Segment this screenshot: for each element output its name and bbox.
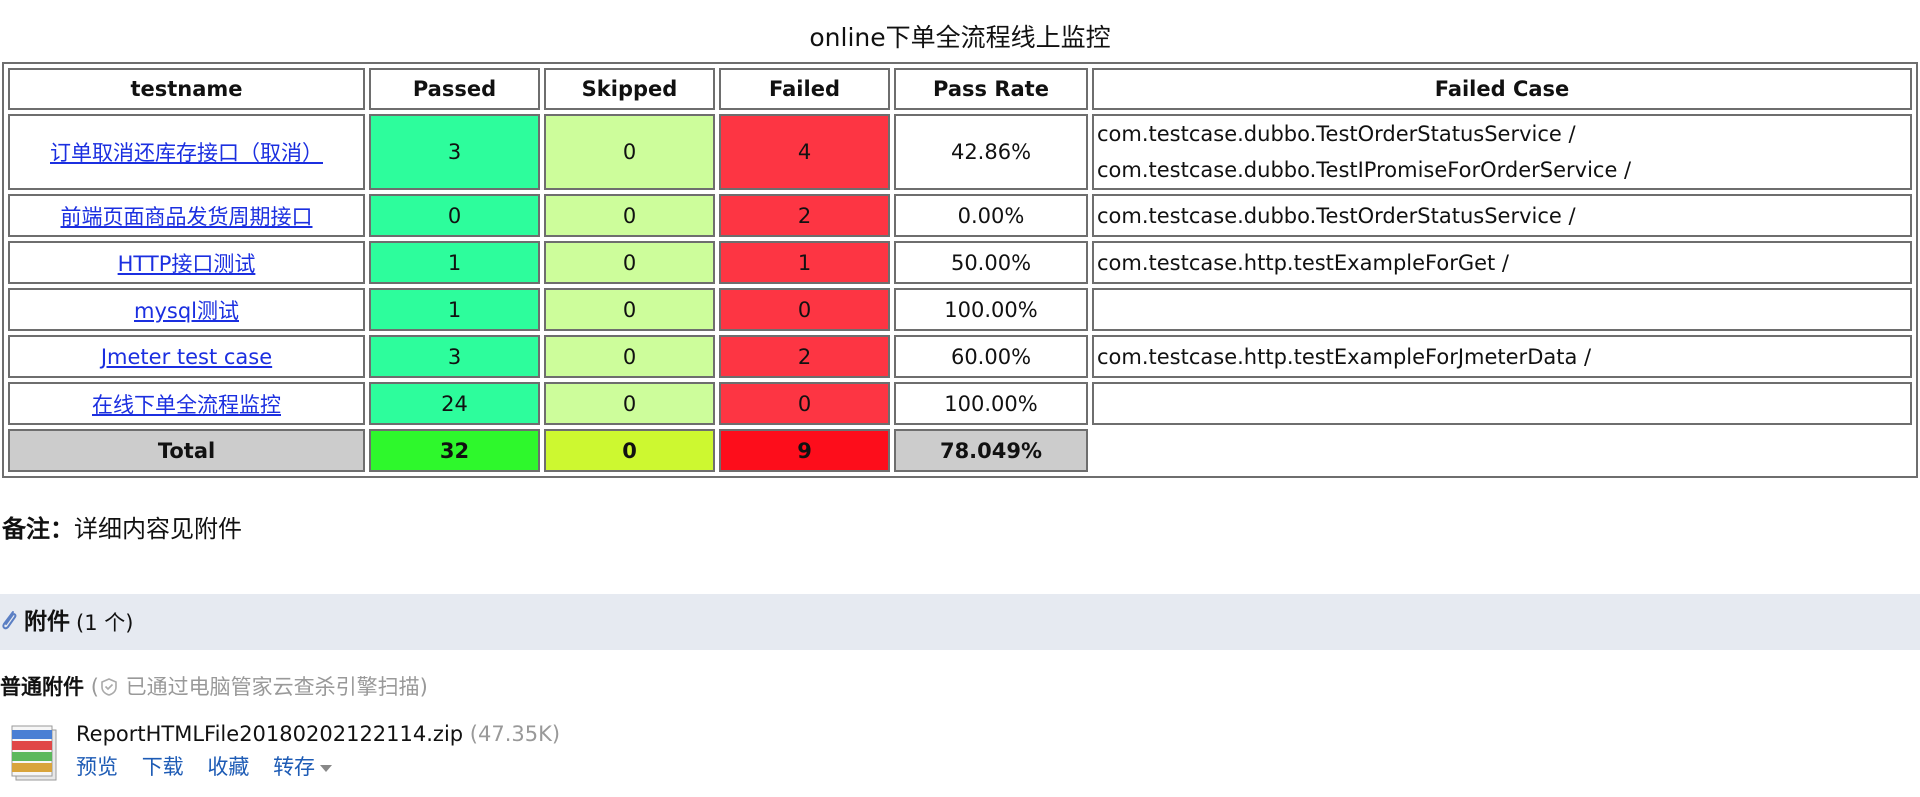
passed-cell: 0 bbox=[369, 194, 540, 237]
table-row: 订单取消还库存接口（取消） 3 0 4 42.86% com.testcase.… bbox=[8, 114, 1912, 190]
pass-rate-cell: 100.00% bbox=[894, 288, 1088, 331]
total-passed: 32 bbox=[369, 429, 540, 472]
testname-cell: HTTP接口测试 bbox=[8, 241, 365, 284]
passed-cell: 1 bbox=[369, 288, 540, 331]
note-text: 详细内容见附件 bbox=[74, 515, 242, 543]
failed-case-cell: com.testcase.http.testExampleForJmeterDa… bbox=[1092, 335, 1912, 378]
header-testname: testname bbox=[8, 68, 365, 110]
testname-cell: mysql测试 bbox=[8, 288, 365, 331]
testname-cell: 在线下单全流程监控 bbox=[8, 382, 365, 425]
skipped-cell: 0 bbox=[544, 194, 715, 237]
testname-link[interactable]: 前端页面商品发货周期接口 bbox=[61, 205, 313, 229]
failed-cell: 2 bbox=[719, 335, 890, 378]
note-label: 备注： bbox=[2, 515, 74, 543]
file-size: (47.35K) bbox=[469, 722, 561, 746]
file-actions: 预览 下载 收藏 转存 bbox=[76, 752, 333, 782]
header-pass-rate: Pass Rate bbox=[894, 68, 1088, 110]
scan-prefix: ( bbox=[90, 675, 99, 699]
header-failed: Failed bbox=[719, 68, 890, 110]
scan-status: ( 已通过电脑管家云查杀引擎扫描) bbox=[91, 675, 428, 699]
total-empty-cell bbox=[1092, 429, 1912, 472]
table-row: Jmeter test case 3 0 2 60.00% com.testca… bbox=[8, 335, 1912, 378]
failed-case-cell: com.testcase.dubbo.TestOrderStatusServic… bbox=[1092, 194, 1912, 237]
passed-cell: 1 bbox=[369, 241, 540, 284]
table-row: mysql测试 1 0 0 100.00% bbox=[8, 288, 1912, 331]
skipped-cell: 0 bbox=[544, 241, 715, 284]
results-table: testname Passed Skipped Failed Pass Rate… bbox=[2, 62, 1918, 478]
pass-rate-cell: 60.00% bbox=[894, 335, 1088, 378]
table-row: 前端页面商品发货周期接口 0 0 2 0.00% com.testcase.du… bbox=[8, 194, 1912, 237]
note-line: 备注：详细内容见附件 bbox=[2, 514, 242, 544]
table-header-row: testname Passed Skipped Failed Pass Rate… bbox=[8, 68, 1912, 110]
skipped-cell: 0 bbox=[544, 114, 715, 190]
table-row: 在线下单全流程监控 24 0 0 100.00% bbox=[8, 382, 1912, 425]
passed-cell: 24 bbox=[369, 382, 540, 425]
skipped-cell: 0 bbox=[544, 288, 715, 331]
normal-attachments-line: 普通附件 ( 已通过电脑管家云查杀引擎扫描) bbox=[0, 672, 428, 705]
attachments-title: 附件 bbox=[24, 609, 70, 635]
testname-link[interactable]: 订单取消还库存接口（取消） bbox=[50, 141, 323, 165]
testname-link[interactable]: 在线下单全流程监控 bbox=[92, 393, 281, 417]
scan-text: 已通过电脑管家云查杀引擎扫描) bbox=[125, 675, 428, 699]
shield-icon bbox=[99, 675, 119, 705]
failed-case-cell: com.testcase.http.testExampleForGet / bbox=[1092, 241, 1912, 284]
header-failed-case: Failed Case bbox=[1092, 68, 1912, 110]
download-link[interactable]: 下载 bbox=[142, 755, 184, 779]
paperclip-icon bbox=[0, 608, 20, 636]
failed-case-cell: com.testcase.dubbo.TestOrderStatusServic… bbox=[1092, 114, 1912, 190]
skipped-cell: 0 bbox=[544, 335, 715, 378]
save-to-link[interactable]: 转存 bbox=[273, 755, 315, 779]
file-name: ReportHTMLFile20180202122114.zip bbox=[76, 722, 464, 746]
failed-cell: 4 bbox=[719, 114, 890, 190]
testname-cell: 前端页面商品发货周期接口 bbox=[8, 194, 365, 237]
passed-cell: 3 bbox=[369, 114, 540, 190]
table-row: HTTP接口测试 1 0 1 50.00% com.testcase.http.… bbox=[8, 241, 1912, 284]
skipped-cell: 0 bbox=[544, 382, 715, 425]
total-pass-rate: 78.049% bbox=[894, 429, 1088, 472]
failed-case-cell bbox=[1092, 382, 1912, 425]
failed-cell: 0 bbox=[719, 288, 890, 331]
report-title: online下单全流程线上监控 bbox=[809, 23, 1111, 52]
testname-cell: 订单取消还库存接口（取消） bbox=[8, 114, 365, 190]
attachments-count: (1 个) bbox=[76, 611, 134, 635]
preview-link[interactable]: 预览 bbox=[76, 755, 118, 779]
failed-cell: 1 bbox=[719, 241, 890, 284]
testname-link[interactable]: HTTP接口测试 bbox=[118, 252, 256, 276]
failed-case-line: com.testcase.dubbo.TestIPromiseForOrderS… bbox=[1097, 158, 1632, 182]
normal-attachments-label: 普通附件 bbox=[0, 675, 84, 699]
passed-cell: 3 bbox=[369, 335, 540, 378]
pass-rate-cell: 50.00% bbox=[894, 241, 1088, 284]
attachments-header: 附件 (1 个) bbox=[0, 594, 1920, 650]
testname-link[interactable]: Jmeter test case bbox=[101, 345, 272, 369]
failed-case-line: com.testcase.dubbo.TestOrderStatusServic… bbox=[1097, 122, 1576, 146]
failed-cell: 0 bbox=[719, 382, 890, 425]
total-failed: 9 bbox=[719, 429, 890, 472]
header-passed: Passed bbox=[369, 68, 540, 110]
chevron-down-icon[interactable] bbox=[320, 764, 333, 772]
testname-cell: Jmeter test case bbox=[8, 335, 365, 378]
pass-rate-cell: 42.86% bbox=[894, 114, 1088, 190]
failed-case-cell bbox=[1092, 288, 1912, 331]
header-skipped: Skipped bbox=[544, 68, 715, 110]
total-row: Total 32 0 9 78.049% bbox=[8, 429, 1912, 472]
total-label: Total bbox=[8, 429, 365, 472]
favorite-link[interactable]: 收藏 bbox=[207, 755, 249, 779]
testname-link[interactable]: mysql测试 bbox=[134, 299, 239, 323]
pass-rate-cell: 0.00% bbox=[894, 194, 1088, 237]
pass-rate-cell: 100.00% bbox=[894, 382, 1088, 425]
failed-cell: 2 bbox=[719, 194, 890, 237]
attachment-file: ReportHTMLFile20180202122114.zip (47.35K… bbox=[76, 719, 560, 749]
zip-file-icon bbox=[8, 724, 60, 782]
total-skipped: 0 bbox=[544, 429, 715, 472]
